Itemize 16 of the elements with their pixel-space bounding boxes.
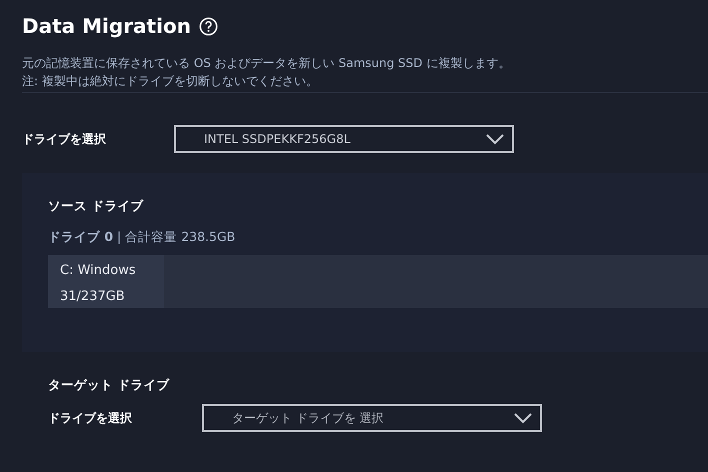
field-label: ドライブを選択 — [48, 410, 133, 428]
help-icon[interactable] — [198, 16, 218, 36]
section-heading: ソース ドライブ — [48, 197, 144, 215]
description-text: 元の記憶装置に保存されている OS およびデータを新しい Samsung SSD に複製します。 — [22, 55, 512, 72]
chevron-down-icon — [486, 134, 504, 144]
partition-name: C: Windows — [60, 262, 137, 280]
field-label: ドライブを選択 — [22, 131, 107, 148]
section-heading: ターゲット ドライブ — [48, 376, 170, 394]
chevron-down-icon — [514, 412, 532, 424]
drive-info: ドライブ 0 | 合計容量 238.5GB — [48, 228, 236, 246]
partition-segment[interactable]: C: Windows 31/237GB — [48, 254, 164, 308]
page-title: Data Migration — [22, 14, 191, 38]
partition-usage: 31/237GB — [60, 288, 126, 306]
drive-dropdown[interactable]: ターゲット ドライブを 選択 — [202, 404, 542, 432]
description-text: 注: 複製中は絶対にドライブを切断しないでください。 — [22, 73, 319, 90]
drive-dropdown[interactable]: INTEL SSDPEKKF256G8L — [174, 125, 514, 153]
